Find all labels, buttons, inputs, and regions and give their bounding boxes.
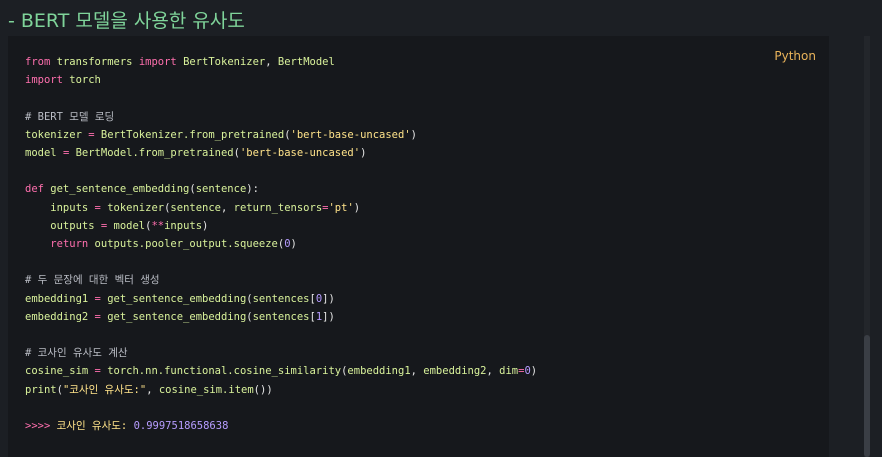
code-line: inputs = tokenizer(sentence, return_tens… [25,201,361,214]
code-line: import torch [25,74,101,87]
code-comment: # 코사인 유사도 계산 [25,347,128,360]
code-content: from transformers import BertTokenizer, … [25,53,537,435]
code-line: from transformers import BertTokenizer, … [25,56,335,68]
section-heading: - BERT 모델을 사용한 유사도 [8,10,245,32]
code-line: return outputs.pooler_output.squeeze(0) [50,238,297,251]
scrollbar-thumb[interactable] [864,335,870,457]
code-output: >>>> 코사인 유사도: 0.9997518658638 [25,420,229,433]
code-line: embedding2 = get_sentence_embedding(sent… [25,310,335,323]
code-line: embedding1 = get_sentence_embedding(sent… [25,292,335,305]
code-line: tokenizer = BertTokenizer.from_pretraine… [25,128,417,141]
code-line: def get_sentence_embedding(sentence): [25,183,259,196]
code-block: Python from transformers import BertToke… [8,36,829,457]
code-line: outputs = model(**inputs) [25,219,209,232]
code-comment: # BERT 모델 로딩 [25,110,115,123]
code-language-label: Python [774,49,816,63]
code-line: model = BertModel.from_pretrained('bert-… [25,147,367,160]
code-line: print("코사인 유사도:", cosine_sim.item()) [25,383,273,396]
code-line: cosine_sim = torch.nn.functional.cosine_… [25,365,538,378]
code-comment: # 두 문장에 대한 벡터 생성 [25,274,160,287]
